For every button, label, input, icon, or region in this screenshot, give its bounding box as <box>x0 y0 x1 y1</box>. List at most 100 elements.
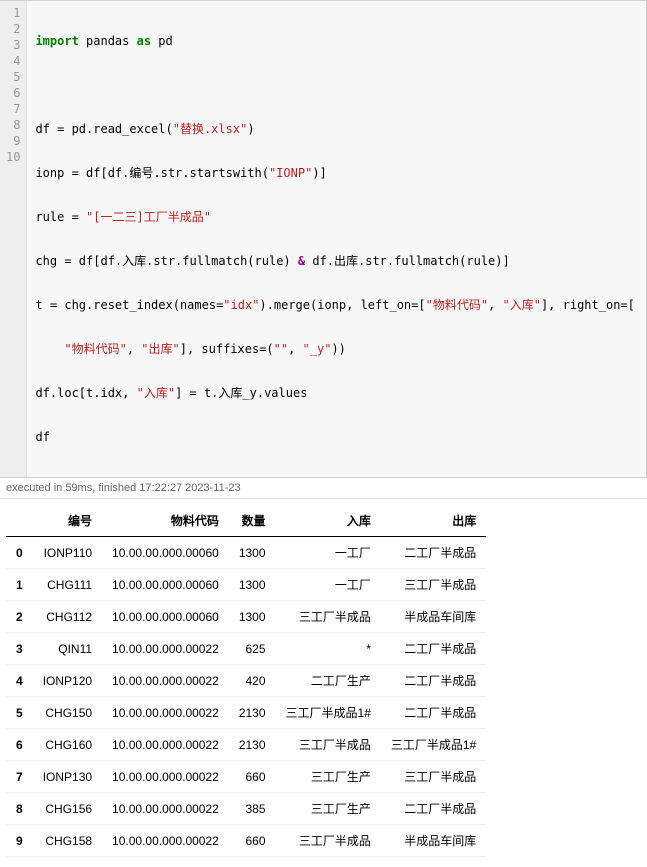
table-cell: IONP110 <box>33 537 102 569</box>
table-cell: CHG158 <box>33 825 102 857</box>
table-cell: IONP130 <box>33 761 102 793</box>
table-cell: 三工厂半成品 <box>276 729 381 761</box>
table-cell: 二工厂半成品 <box>381 665 486 697</box>
row-index: 9 <box>6 825 33 857</box>
table-row: 2CHG11210.00.00.000.000601300三工厂半成品半成品车间… <box>6 601 486 633</box>
code-line: t = chg.reset_index(names="idx").merge(i… <box>35 297 638 313</box>
table-cell: 二工厂半成品 <box>381 537 486 569</box>
table-row: 1CHG11110.00.00.000.000601300一工厂三工厂半成品 <box>6 569 486 601</box>
table-row: 6CHG16010.00.00.000.000222130三工厂半成品三工厂半成… <box>6 729 486 761</box>
table-row: 8CHG15610.00.00.000.00022385三工厂生产二工厂半成品 <box>6 793 486 825</box>
table-cell: 三工厂生产 <box>276 761 381 793</box>
table-cell: 1300 <box>229 537 276 569</box>
line-number: 9 <box>6 133 20 149</box>
code-line: "物料代码", "出库"], suffixes=("", "_y")) <box>35 341 638 357</box>
table-cell: CHG111 <box>33 569 102 601</box>
line-number: 3 <box>6 37 20 53</box>
code-cell[interactable]: 1 2 3 4 5 6 7 8 9 10 import pandas as pd… <box>0 0 647 478</box>
table-cell: CHG112 <box>33 601 102 633</box>
table-cell: 三工厂半成品 <box>276 825 381 857</box>
code-line: df = pd.read_excel("替换.xlsx") <box>35 121 638 137</box>
table-cell: * <box>276 633 381 665</box>
table-cell: 一工厂 <box>276 537 381 569</box>
table-cell: 一工厂 <box>276 569 381 601</box>
table-cell: 二工厂生产 <box>276 665 381 697</box>
table-cell: 10.00.00.000.00060 <box>102 537 229 569</box>
table-cell: 三工厂半成品 <box>381 569 486 601</box>
line-number: 6 <box>6 85 20 101</box>
table-row: 7IONP13010.00.00.000.00022660三工厂生产三工厂半成品 <box>6 761 486 793</box>
line-number: 10 <box>6 149 20 165</box>
index-header <box>6 505 33 537</box>
table-cell: 10.00.00.000.00022 <box>102 761 229 793</box>
row-index: 0 <box>6 537 33 569</box>
column-header: 数量 <box>229 505 276 537</box>
code-line <box>35 77 638 93</box>
code-line: df.loc[t.idx, "入库"] = t.入库_y.values <box>35 385 638 401</box>
column-header: 物料代码 <box>102 505 229 537</box>
table-cell: 二工厂半成品 <box>381 697 486 729</box>
table-cell: 半成品车间库 <box>381 601 486 633</box>
table-cell: 660 <box>229 825 276 857</box>
table-cell: 10.00.00.000.00022 <box>102 697 229 729</box>
table-cell: 2130 <box>229 729 276 761</box>
row-index: 1 <box>6 569 33 601</box>
table-cell: 660 <box>229 761 276 793</box>
table-cell: 三工厂半成品1# <box>381 729 486 761</box>
table-cell: 三工厂生产 <box>276 793 381 825</box>
row-index: 2 <box>6 601 33 633</box>
line-number-gutter: 1 2 3 4 5 6 7 8 9 10 <box>0 1 27 477</box>
table-cell: 10.00.00.000.00022 <box>102 825 229 857</box>
table-cell: CHG156 <box>33 793 102 825</box>
table-cell: 385 <box>229 793 276 825</box>
row-index: 7 <box>6 761 33 793</box>
table-cell: 10.00.00.000.00060 <box>102 569 229 601</box>
line-number: 4 <box>6 53 20 69</box>
table-header-row: 编号 物料代码 数量 入库 出库 <box>6 505 486 537</box>
line-number: 7 <box>6 101 20 117</box>
column-header: 编号 <box>33 505 102 537</box>
table-row: 4IONP12010.00.00.000.00022420二工厂生产二工厂半成品 <box>6 665 486 697</box>
table-cell: 2130 <box>229 697 276 729</box>
line-number: 5 <box>6 69 20 85</box>
code-line: df <box>35 429 638 445</box>
table-cell: 625 <box>229 633 276 665</box>
table-cell: IONP120 <box>33 665 102 697</box>
output-area: 编号 物料代码 数量 入库 出库 0IONP11010.00.00.000.00… <box>0 499 647 867</box>
table-row: 0IONP11010.00.00.000.000601300一工厂二工厂半成品 <box>6 537 486 569</box>
column-header: 出库 <box>381 505 486 537</box>
table-cell: 三工厂半成品 <box>381 761 486 793</box>
table-cell: CHG150 <box>33 697 102 729</box>
line-number: 2 <box>6 21 20 37</box>
table-cell: 1300 <box>229 569 276 601</box>
row-index: 3 <box>6 633 33 665</box>
row-index: 5 <box>6 697 33 729</box>
table-row: 3QIN1110.00.00.000.00022625*二工厂半成品 <box>6 633 486 665</box>
table-cell: 二工厂半成品 <box>381 633 486 665</box>
table-cell: 二工厂半成品 <box>381 793 486 825</box>
table-cell: 10.00.00.000.00060 <box>102 601 229 633</box>
table-row: 9CHG15810.00.00.000.00022660三工厂半成品半成品车间库 <box>6 825 486 857</box>
line-number: 8 <box>6 117 20 133</box>
table-cell: QIN11 <box>33 633 102 665</box>
table-cell: 三工厂半成品1# <box>276 697 381 729</box>
row-index: 6 <box>6 729 33 761</box>
table-cell: 10.00.00.000.00022 <box>102 633 229 665</box>
table-cell: 半成品车间库 <box>381 825 486 857</box>
table-cell: 420 <box>229 665 276 697</box>
code-line: chg = df[df.入库.str.fullmatch(rule) & df.… <box>35 253 638 269</box>
row-index: 8 <box>6 793 33 825</box>
execution-status: executed in 59ms, finished 17:22:27 2023… <box>0 478 647 499</box>
table-row: 5CHG15010.00.00.000.000222130三工厂半成品1#二工厂… <box>6 697 486 729</box>
line-number: 1 <box>6 5 20 21</box>
row-index: 4 <box>6 665 33 697</box>
code-editor[interactable]: import pandas as pd df = pd.read_excel("… <box>27 1 646 477</box>
table-cell: 三工厂半成品 <box>276 601 381 633</box>
table-cell: 10.00.00.000.00022 <box>102 729 229 761</box>
code-line: ionp = df[df.编号.str.startswith("IONP")] <box>35 165 638 181</box>
dataframe-table: 编号 物料代码 数量 入库 出库 0IONP11010.00.00.000.00… <box>6 505 486 857</box>
code-line: import pandas as pd <box>35 33 638 49</box>
table-cell: CHG160 <box>33 729 102 761</box>
column-header: 入库 <box>276 505 381 537</box>
table-cell: 1300 <box>229 601 276 633</box>
